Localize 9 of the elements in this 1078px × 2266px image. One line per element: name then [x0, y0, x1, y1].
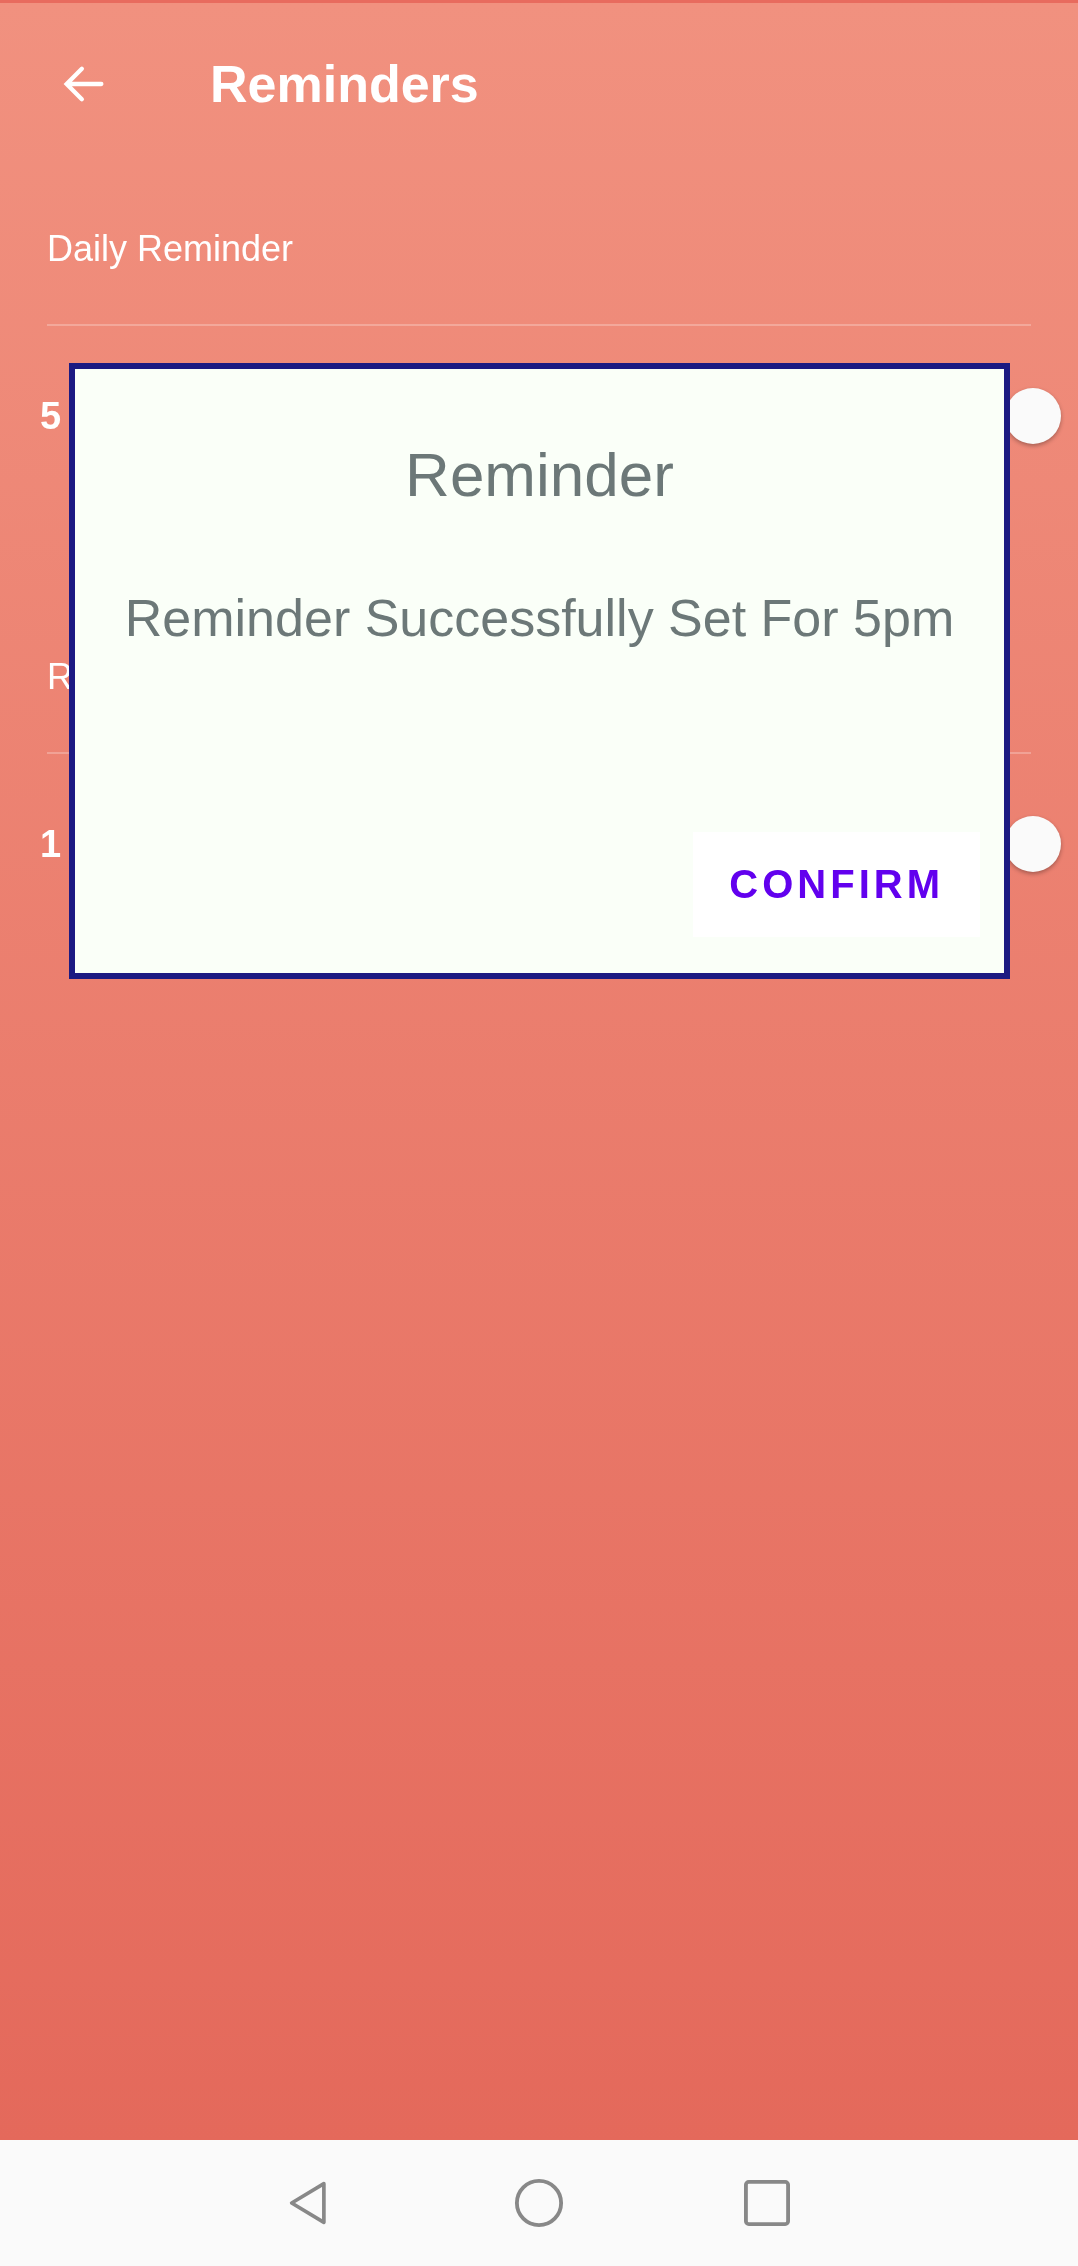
screen-title: Reminders — [210, 54, 479, 114]
recent-apps-icon[interactable] — [744, 2180, 790, 2226]
reminder-time[interactable]: 5 — [40, 394, 62, 438]
dialog-title: Reminder — [405, 439, 674, 510]
reminder-time[interactable]: 1 — [40, 822, 62, 866]
dialog-message: Reminder Successfully Set For 5pm — [124, 588, 955, 648]
section-header: Daily Reminder — [47, 228, 294, 271]
home-icon[interactable] — [514, 2178, 564, 2228]
confirm-button[interactable]: CONFIRM — [693, 832, 980, 937]
